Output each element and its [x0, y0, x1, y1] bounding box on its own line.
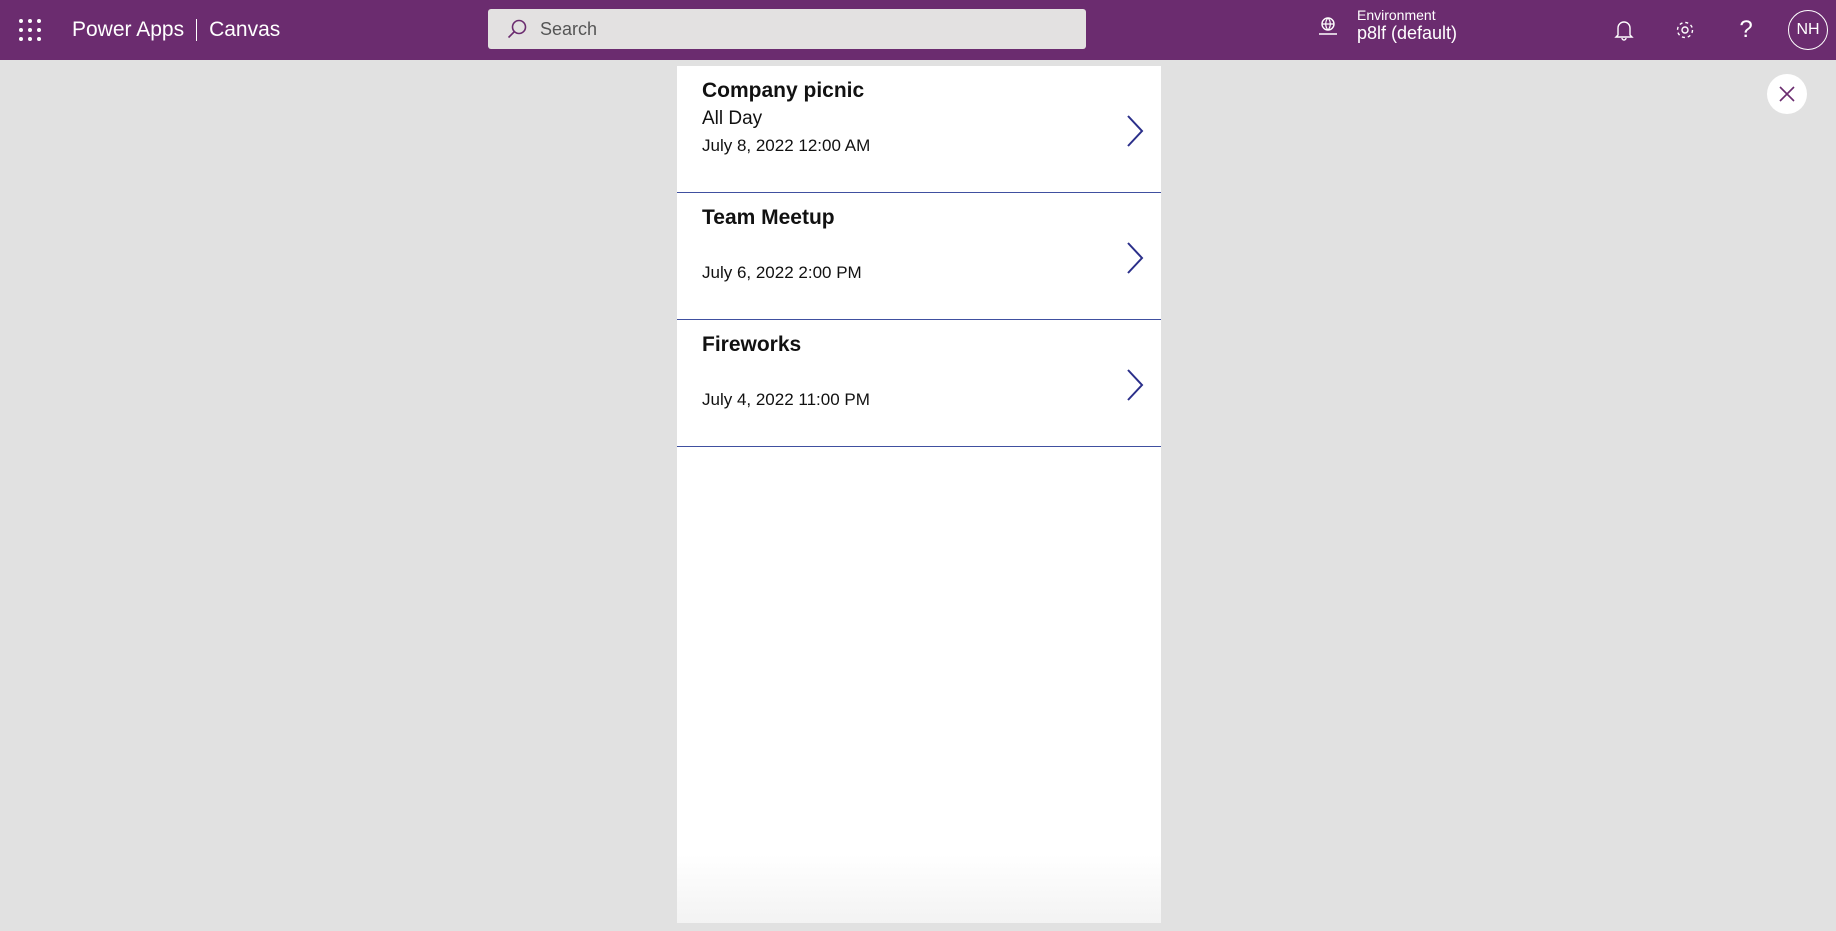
notifications-icon[interactable] — [1610, 16, 1638, 44]
environment-value: p8lf (default) — [1357, 23, 1458, 43]
event-subtitle — [702, 362, 1161, 389]
search-placeholder: Search — [540, 18, 598, 39]
app-type: Canvas — [209, 18, 281, 41]
event-datetime: July 8, 2022 12:00 AM — [702, 136, 871, 155]
event-datetime: July 4, 2022 11:00 PM — [702, 390, 870, 409]
settings-gear-icon[interactable] — [1671, 16, 1699, 44]
event-title: Company picnic — [702, 79, 865, 102]
app-name[interactable]: Power Apps — [72, 18, 184, 42]
event-row[interactable]: Team Meetup July 6, 2022 2:00 PM — [677, 193, 1161, 320]
event-subtitle — [702, 235, 1161, 262]
event-datetime: July 6, 2022 2:00 PM — [702, 263, 862, 282]
brand: Power Apps Canvas — [72, 18, 280, 42]
app-launcher-icon[interactable] — [19, 19, 41, 41]
event-row[interactable]: Company picnic All Day July 8, 2022 12:0… — [677, 66, 1161, 193]
search-input[interactable]: Search — [488, 9, 1086, 49]
environment-icon — [1319, 16, 1337, 35]
event-title: Team Meetup — [702, 206, 835, 229]
top-bar: Power Apps Canvas Search Environment p8l… — [0, 0, 1836, 60]
event-title: Fireworks — [702, 333, 802, 356]
avatar[interactable]: NH — [1788, 10, 1828, 50]
event-subtitle: All Day — [702, 108, 763, 129]
event-row[interactable]: Fireworks July 4, 2022 11:00 PM — [677, 320, 1161, 447]
help-icon[interactable]: ? — [1732, 16, 1760, 44]
environment-label: Environment — [1357, 7, 1436, 23]
chevron-right-icon[interactable] — [1125, 368, 1145, 402]
chevron-right-icon[interactable] — [1125, 241, 1145, 275]
search-icon — [507, 19, 527, 39]
chevron-right-icon[interactable] — [1125, 114, 1145, 148]
divider — [196, 19, 198, 41]
close-button[interactable] — [1767, 74, 1807, 114]
close-icon — [1779, 86, 1795, 102]
events-gallery: Company picnic All Day July 8, 2022 12:0… — [677, 66, 1161, 923]
environment-picker[interactable]: Environment p8lf (default) — [1317, 7, 1457, 44]
